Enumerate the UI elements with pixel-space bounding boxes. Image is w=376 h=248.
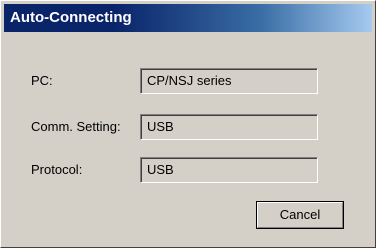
protocol-field: USB: [140, 157, 318, 183]
comm-setting-value: USB: [147, 119, 174, 134]
comm-setting-row: Comm. Setting: USB: [1, 114, 376, 140]
pc-label: PC:: [31, 73, 53, 88]
protocol-value: USB: [147, 162, 174, 177]
pc-field: CP/NSJ series: [140, 68, 318, 94]
protocol-row: Protocol: USB: [1, 157, 376, 183]
cancel-button[interactable]: Cancel: [256, 201, 344, 229]
comm-setting-field: USB: [140, 114, 318, 140]
protocol-label: Protocol:: [31, 162, 83, 177]
pc-row: PC: CP/NSJ series: [1, 68, 376, 94]
dialog-title: Auto-Connecting: [10, 9, 132, 26]
pc-value: CP/NSJ series: [147, 73, 232, 88]
comm-setting-label: Comm. Setting:: [31, 119, 121, 134]
auto-connecting-dialog: Auto-Connecting PC: CP/NSJ series Comm. …: [0, 0, 376, 248]
title-bar[interactable]: Auto-Connecting: [4, 4, 372, 32]
cancel-button-label: Cancel: [279, 207, 321, 222]
